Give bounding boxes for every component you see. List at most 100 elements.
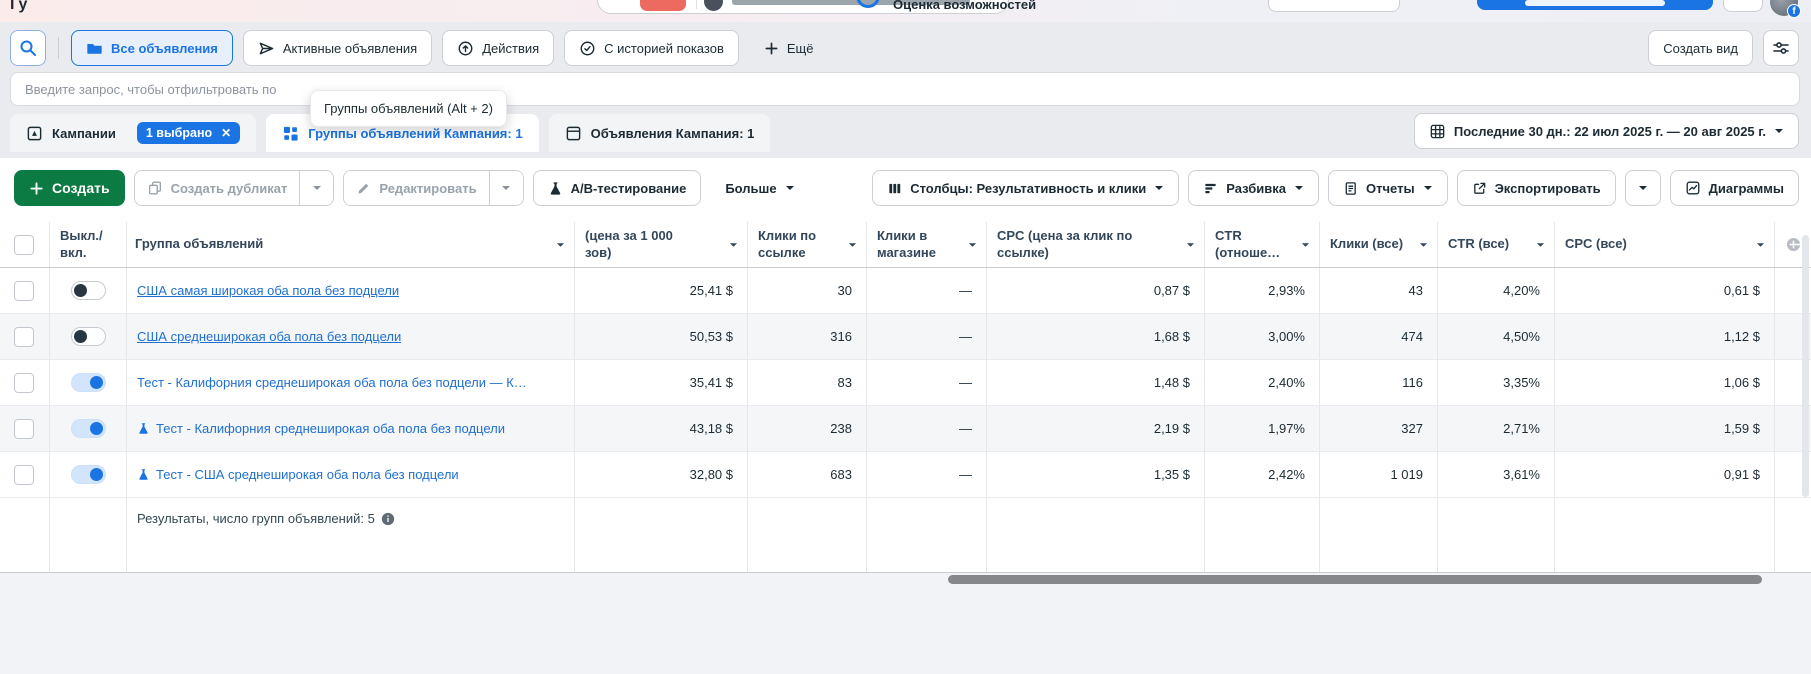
row-toggle[interactable] (71, 465, 106, 484)
profile-avatar[interactable]: f (1770, 0, 1798, 16)
table-row: США самая широкая оба пола без подцели25… (0, 268, 1811, 314)
info-icon[interactable] (381, 512, 395, 526)
metric-cell: 2,40% (1205, 360, 1320, 405)
filter-chip-had-delivery[interactable]: С историей показов (564, 30, 739, 66)
toolbar: Создать Создать дубликат Редактировать (0, 158, 1811, 206)
row-checkbox[interactable] (14, 373, 34, 393)
row-checkbox[interactable] (14, 465, 34, 485)
column-header-metric-3[interactable]: CPC (цена за клик по ссылке) (987, 222, 1205, 267)
column-header-metric-6[interactable]: CTR (все) (1438, 222, 1555, 267)
row-checkbox[interactable] (14, 327, 34, 347)
filter-chip-actions[interactable]: Действия (442, 30, 554, 66)
ab-test-flask-icon (137, 422, 150, 435)
row-checkbox[interactable] (14, 419, 34, 439)
row-toggle-cell (50, 360, 127, 405)
copy-icon (147, 180, 163, 196)
export-dropdown[interactable] (1625, 170, 1661, 206)
metric-cell: — (867, 268, 987, 313)
filter-chip-active-ads[interactable]: Активные объявления (243, 30, 432, 66)
metric-cell: 43 (1320, 268, 1438, 313)
adset-name-link[interactable]: Тест - США среднеширокая оба пола без по… (137, 467, 459, 482)
adset-name-link[interactable]: США среднеширокая оба пола без подцели (137, 329, 401, 344)
date-range-picker[interactable]: Последние 30 дн.: 22 июл 2025 г. — 20 ав… (1414, 113, 1799, 149)
metric-cell: 50,53 $ (575, 314, 748, 359)
row-toggle-cell (50, 406, 127, 451)
row-toggle-cell (50, 452, 127, 497)
table-row: Тест - США среднеширокая оба пола без по… (0, 452, 1811, 498)
table-row: США среднеширокая оба пола без подцели 50… (0, 314, 1811, 360)
sort-caret-icon (1756, 242, 1765, 248)
top-left-text-fragment: Гу (10, 0, 27, 14)
add-column-icon[interactable] (1786, 237, 1801, 252)
column-header-metric-1[interactable]: Клики по ссылке (748, 222, 867, 267)
row-toggle[interactable] (71, 327, 106, 346)
breakdown-label: Разбивка (1226, 181, 1286, 196)
campaigns-icon (26, 125, 43, 142)
chevron-down-icon (1294, 185, 1304, 191)
top-right-icon-button[interactable] (1723, 0, 1763, 12)
record-button[interactable] (640, 0, 686, 11)
chip-label: С историей показов (604, 41, 724, 56)
duplicate-dropdown[interactable] (299, 171, 333, 205)
row-toggle[interactable] (71, 419, 106, 438)
select-all-checkbox[interactable] (14, 235, 34, 255)
column-header-adset-name[interactable]: Группа объявлений (127, 222, 575, 267)
column-header-metric-7[interactable]: CPC (все) (1555, 222, 1775, 267)
create-view-button[interactable]: Создать вид (1648, 30, 1753, 66)
metric-cell: 316 (748, 314, 867, 359)
metric-cell: 3,35% (1438, 360, 1555, 405)
columns-label: Столбцы: Результативность и клики (910, 181, 1146, 196)
tab-campaigns[interactable]: Кампании 1 выбрано ✕ (10, 114, 256, 152)
horizontal-scrollbar[interactable] (948, 575, 1762, 584)
ab-test-button[interactable]: A/B-тестирование (533, 170, 702, 206)
duplicate-label: Создать дубликат (171, 181, 288, 196)
adset-name-link[interactable]: США самая широкая оба пола без подцели (137, 283, 399, 298)
row-select-cell (0, 360, 50, 405)
search-button[interactable] (10, 30, 46, 66)
filters-settings-button[interactable] (1763, 30, 1799, 66)
row-toggle[interactable] (71, 373, 106, 392)
filter-chip-all-ads[interactable]: Все объявления (71, 30, 233, 66)
filters-row: Все объявления Активные объявления Дейст… (0, 22, 1811, 66)
pencil-icon (356, 181, 371, 196)
sort-caret-icon (729, 242, 738, 248)
columns-button[interactable]: Столбцы: Результативность и клики (872, 170, 1179, 206)
row-checkbox[interactable] (14, 281, 34, 301)
metric-cell: 683 (748, 452, 867, 497)
search-input[interactable] (10, 72, 1800, 106)
metric-cell: 0,91 $ (1555, 452, 1775, 497)
ab-test-label: A/B-тестирование (571, 181, 687, 196)
top-right-secondary-button[interactable] (1268, 0, 1400, 12)
column-header-metric-0[interactable]: (цена за 1 000 зов) (575, 222, 748, 267)
metric-cell: 4,50% (1438, 314, 1555, 359)
vertical-scrollbar[interactable] (1802, 235, 1809, 497)
column-header-metric-5[interactable]: Клики (все) (1320, 222, 1438, 267)
calendar-grid-icon (1429, 123, 1446, 140)
adset-name-cell: Тест - Калифорния среднеширокая оба пола… (127, 360, 575, 405)
selected-count-badge: 1 выбрано ✕ (137, 122, 240, 144)
row-toggle[interactable] (71, 281, 106, 300)
charts-button[interactable]: Диаграммы (1670, 170, 1799, 206)
edit-button[interactable]: Редактировать (344, 171, 488, 205)
duplicate-button[interactable]: Создать дубликат (135, 171, 300, 205)
plus-icon (764, 41, 779, 56)
export-button[interactable]: Экспортировать (1457, 170, 1616, 206)
create-button[interactable]: Создать (14, 170, 125, 206)
report-icon (1343, 181, 1358, 196)
tab-ads[interactable]: Объявления Кампания: 1 (549, 114, 771, 152)
filter-chip-more[interactable]: Ещё (749, 30, 829, 66)
edit-dropdown[interactable] (489, 171, 523, 205)
reports-button[interactable]: Отчеты (1328, 170, 1448, 206)
top-right-primary-button[interactable] (1477, 0, 1713, 10)
adset-name-link[interactable]: Тест - Калифорния среднеширокая оба пола… (137, 421, 505, 436)
search-icon (19, 39, 37, 57)
column-header-metric-4[interactable]: CTR (отноше… (1205, 222, 1320, 267)
column-header-metric-2[interactable]: Клики в магазине (867, 222, 987, 267)
metric-cell: — (867, 314, 987, 359)
metric-cell: 1,06 $ (1555, 360, 1775, 405)
adset-name-cell: Тест - США среднеширокая оба пола без по… (127, 452, 575, 497)
more-button[interactable]: Больше (710, 170, 809, 206)
adset-name-link[interactable]: Тест - Калифорния среднеширокая оба пола… (137, 375, 527, 390)
close-icon[interactable]: ✕ (221, 126, 231, 140)
breakdown-button[interactable]: Разбивка (1188, 170, 1319, 206)
